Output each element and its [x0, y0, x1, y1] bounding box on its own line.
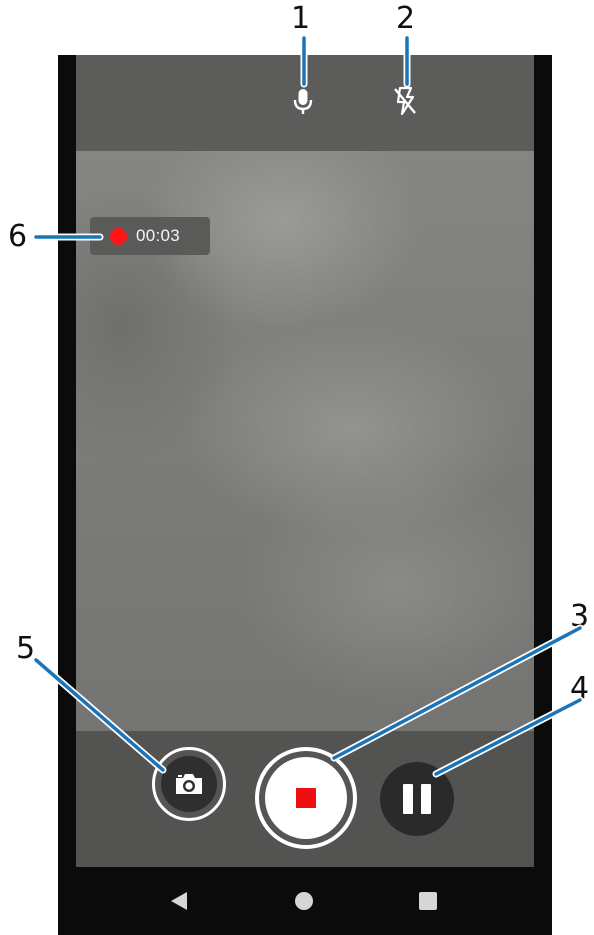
recents-square-icon[interactable] [418, 891, 438, 916]
recording-dot-icon [110, 227, 127, 245]
callout-number-5: 5 [16, 631, 36, 666]
camera-screen: 00:03 [76, 55, 534, 867]
recording-timer: 00:03 [136, 226, 181, 245]
pause-recording-button[interactable] [380, 762, 454, 836]
callout-number-4: 4 [570, 671, 590, 706]
home-circle-icon[interactable] [294, 891, 314, 916]
stop-recording-button[interactable] [255, 747, 357, 849]
phone-frame: 00:03 [58, 55, 552, 935]
pause-icon [403, 784, 413, 814]
snapshot-button[interactable] [152, 747, 226, 821]
camera-icon [176, 774, 202, 794]
callout-number-2: 2 [396, 1, 416, 36]
pause-icon [421, 784, 431, 814]
stop-icon [296, 788, 316, 808]
callout-number-3: 3 [570, 599, 590, 634]
recording-indicator: 00:03 [90, 217, 210, 255]
back-triangle-icon[interactable] [168, 890, 190, 917]
navigation-bar [58, 867, 552, 935]
callout-number-6: 6 [8, 219, 28, 254]
microphone-icon[interactable] [290, 87, 316, 117]
callout-number-1: 1 [291, 1, 311, 36]
flash-off-icon[interactable] [391, 85, 417, 116]
